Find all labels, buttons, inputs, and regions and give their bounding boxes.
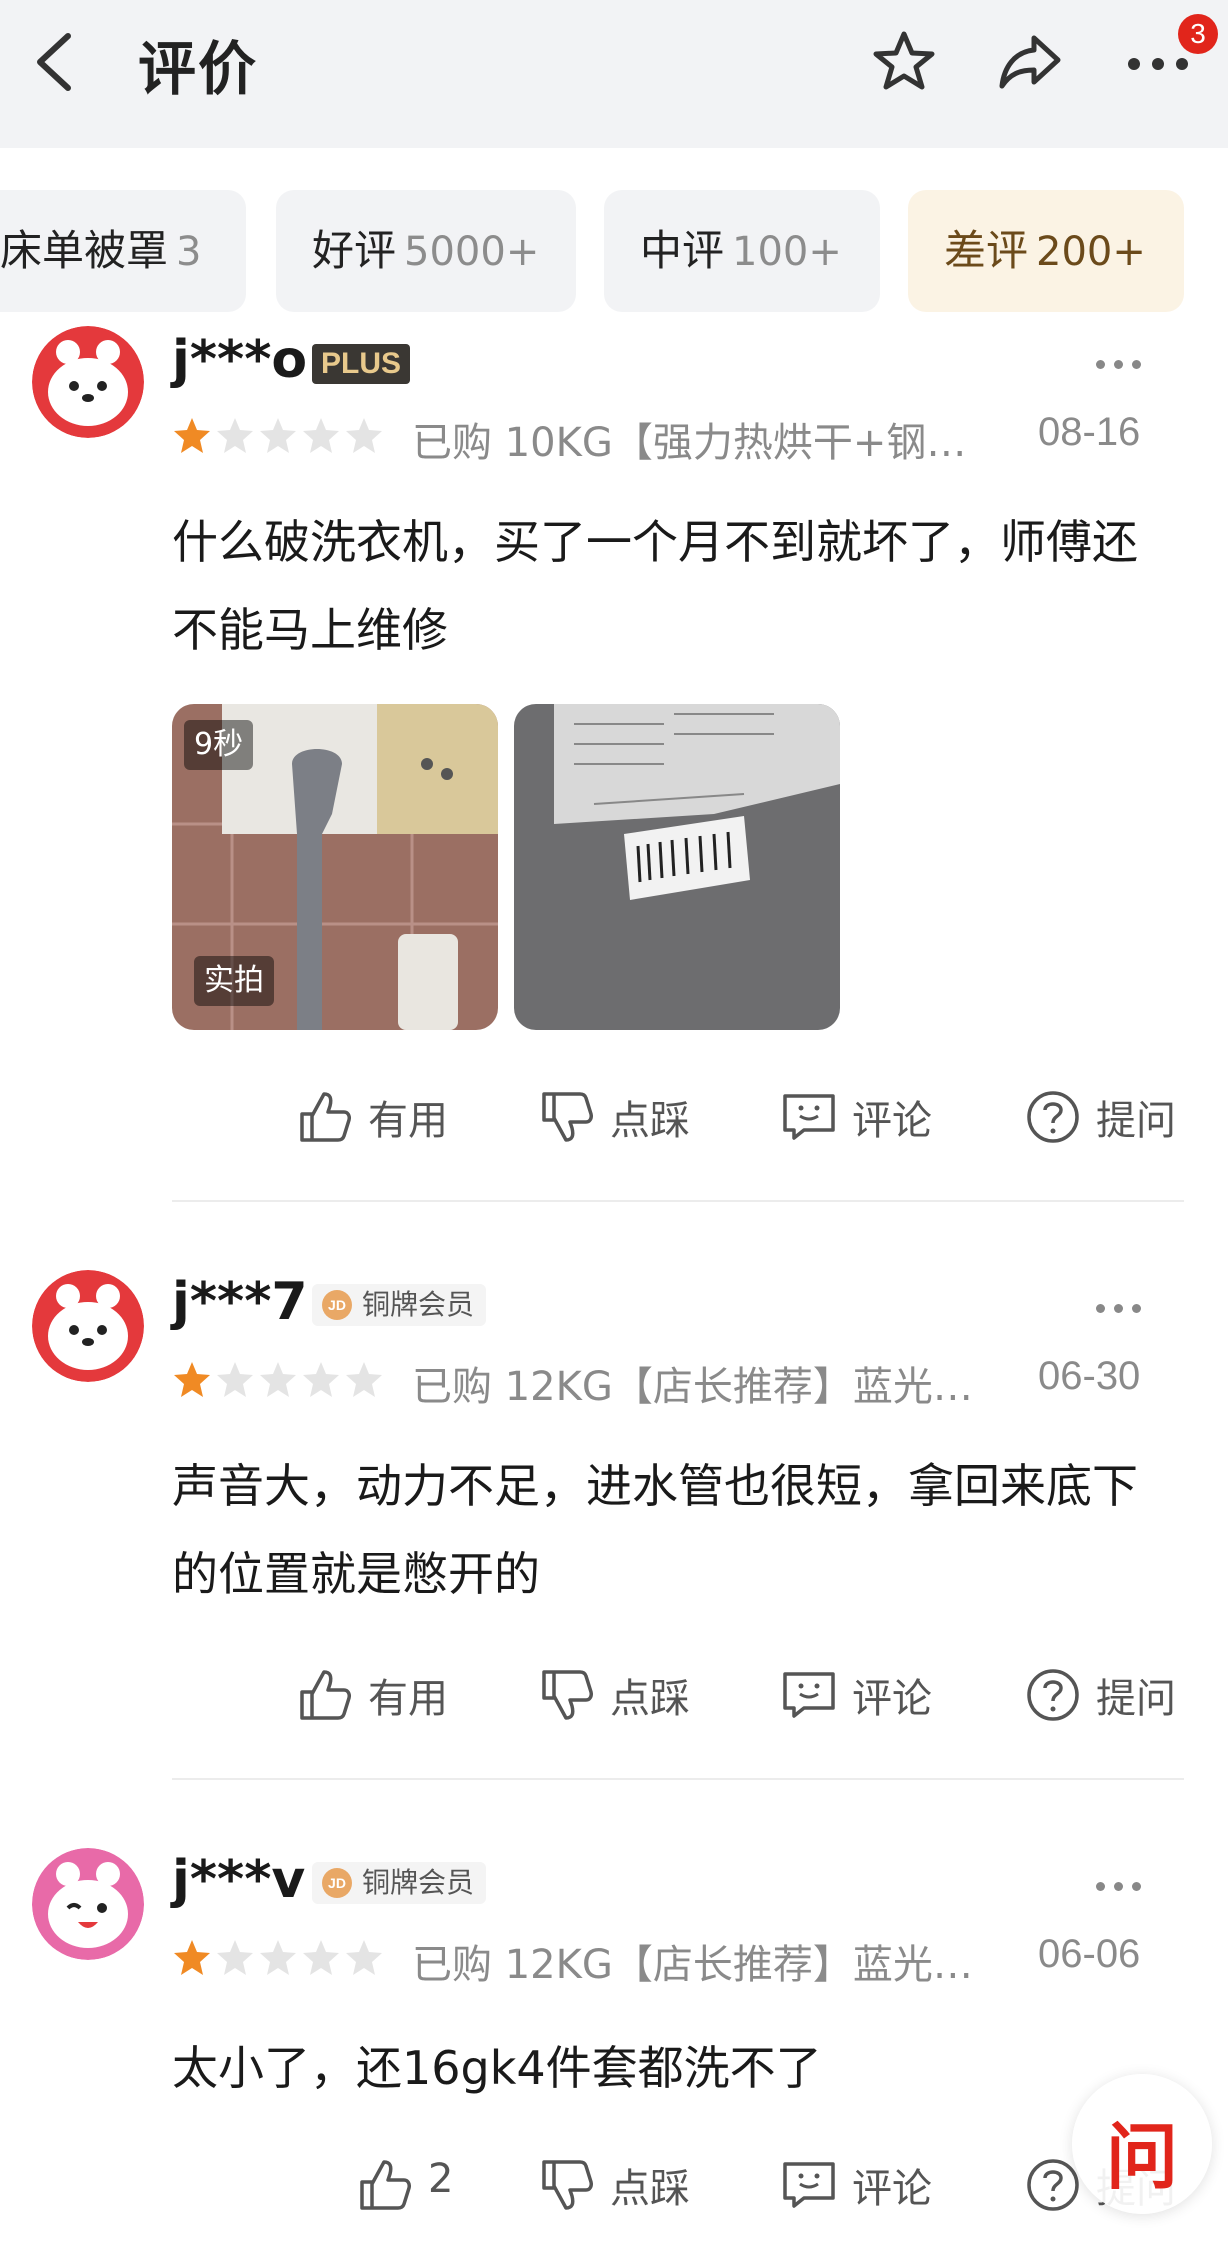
more-dots-icon[interactable] <box>1096 1876 1154 1896</box>
divider <box>172 1200 1184 1202</box>
thumbs-down-icon <box>542 1092 593 1142</box>
useful-label: 有用 <box>368 1676 448 1722</box>
tab-label: 差评 <box>944 226 1029 275</box>
star-empty-icon <box>346 1940 382 1975</box>
tab-count: 100+ <box>732 229 842 275</box>
page-title: 评价 <box>138 35 259 103</box>
review-date: 06-06 <box>1038 1932 1141 1976</box>
star-rating <box>172 416 387 456</box>
thumbs-up-icon <box>360 2160 411 2210</box>
avatar[interactable] <box>32 1270 144 1382</box>
ask-label: 提问 <box>1096 1676 1176 1722</box>
comment-label: 评论 <box>852 1098 932 1144</box>
member-level-label: 铜牌会员 <box>362 1866 475 1899</box>
star-empty-icon <box>217 1362 253 1397</box>
review-date: 08-16 <box>1038 410 1141 454</box>
tab-negative[interactable]: 差评 200+ <box>908 190 1184 312</box>
jd-logo-icon: JD <box>322 1290 352 1320</box>
review-actions: 2 点踩 评论 提问 <box>0 2150 1228 2220</box>
star-empty-icon <box>260 1940 296 1975</box>
purchased-sku[interactable]: 已购 12KG【店长推荐】蓝光风… <box>412 1932 992 1990</box>
thumbs-down-icon <box>542 1670 593 1720</box>
review-actions: 有用 点踩 评论 提问 <box>0 1082 1228 1152</box>
tab-label: 床单被罩 <box>0 226 169 275</box>
plus-badge: PLUS <box>312 344 410 384</box>
tab-count: 3 <box>176 229 202 275</box>
star-empty-icon <box>303 1940 339 1975</box>
star-empty-icon <box>260 418 296 453</box>
username[interactable]: j***7 <box>172 1272 308 1332</box>
star-rating <box>172 1938 387 1978</box>
username[interactable]: j***o <box>172 330 307 390</box>
comment-icon <box>783 1672 835 1718</box>
floating-ask-button[interactable]: 问 <box>1072 2074 1212 2214</box>
star-empty-icon <box>346 1362 382 1397</box>
tab-label: 中评 <box>640 226 725 275</box>
ask-label: 提问 <box>1096 1098 1176 1144</box>
star-filled-icon <box>174 1940 210 1975</box>
purchased-sku[interactable]: 已购 12KG【店长推荐】蓝光风… <box>412 1354 992 1412</box>
review-photo[interactable] <box>514 704 840 1030</box>
member-level-label: 铜牌会员 <box>362 1288 475 1321</box>
ask-glyph: 问 <box>1106 2115 1179 2199</box>
review-date: 06-30 <box>1038 1354 1141 1398</box>
star-empty-icon <box>303 1362 339 1397</box>
review-video-thumbnail[interactable]: 9秒 实拍 <box>172 704 498 1030</box>
comment-label: 评论 <box>852 1676 932 1722</box>
review-actions: 有用 点踩 评论 提问 <box>0 1660 1228 1730</box>
dislike-label: 点踩 <box>610 2166 690 2212</box>
divider <box>172 1778 1184 1780</box>
tab-neutral[interactable]: 中评 100+ <box>604 190 880 312</box>
dislike-label: 点踩 <box>610 1676 690 1722</box>
star-empty-icon <box>303 418 339 453</box>
purchased-sku[interactable]: 已购 10KG【强力热烘干+钢化… <box>412 410 992 468</box>
review-filter-tabs: 床单被罩 3 好评 5000+ 中评 100+ 差评 200+ <box>0 190 1228 312</box>
top-bar: 评价 3 <box>0 0 1228 148</box>
useful-label: 有用 <box>368 1098 448 1144</box>
star-rating <box>172 1360 387 1400</box>
review-text: 太小了，还16gk4件套都洗不了 <box>172 2041 822 2095</box>
useful-count: 2 <box>428 2156 454 2202</box>
star-filled-icon <box>174 418 210 453</box>
review-text: 声音大，动力不足，进水管也很短，拿回来底下的位置就是憋开的 <box>172 1459 1138 1601</box>
question-icon <box>1027 1091 1079 1143</box>
tab-count: 200+ <box>1036 229 1146 275</box>
username[interactable]: j***v <box>172 1850 305 1910</box>
tab-count: 5000+ <box>404 229 540 275</box>
thumbs-down-icon <box>542 2160 593 2210</box>
back-arrow-icon[interactable] <box>28 28 84 96</box>
star-empty-icon <box>217 418 253 453</box>
star-empty-icon <box>346 418 382 453</box>
star-filled-icon <box>174 1362 210 1397</box>
comment-label: 评论 <box>852 2166 932 2212</box>
avatar[interactable] <box>32 326 144 438</box>
share-icon[interactable] <box>996 28 1064 96</box>
comment-icon <box>783 1094 835 1140</box>
jd-logo-icon: JD <box>322 1868 352 1898</box>
star-empty-icon <box>217 1940 253 1975</box>
real-photo-tag: 实拍 <box>194 956 274 1006</box>
avatar[interactable] <box>32 1848 144 1960</box>
more-dots-icon[interactable] <box>1096 354 1154 374</box>
question-icon <box>1027 1669 1079 1721</box>
video-duration: 9秒 <box>184 720 254 770</box>
more-dots-icon[interactable] <box>1096 1298 1154 1318</box>
tab-positive[interactable]: 好评 5000+ <box>276 190 576 312</box>
question-icon <box>1027 2159 1079 2211</box>
tab-label: 好评 <box>312 226 397 275</box>
review-text: 什么破洗衣机，买了一个月不到就坏了，师傅还不能马上维修 <box>172 515 1138 657</box>
thumbs-up-icon <box>300 1092 351 1142</box>
thumbs-up-icon <box>300 1670 351 1720</box>
tab-bedding[interactable]: 床单被罩 3 <box>0 190 246 312</box>
star-empty-icon <box>260 1362 296 1397</box>
comment-icon <box>783 2162 835 2208</box>
notification-badge: 3 <box>1178 14 1218 54</box>
member-level-badge: JD 铜牌会员 <box>312 1284 487 1326</box>
dislike-label: 点踩 <box>610 1098 690 1144</box>
member-level-badge: JD 铜牌会员 <box>312 1862 487 1904</box>
favorite-star-icon[interactable] <box>870 28 938 96</box>
